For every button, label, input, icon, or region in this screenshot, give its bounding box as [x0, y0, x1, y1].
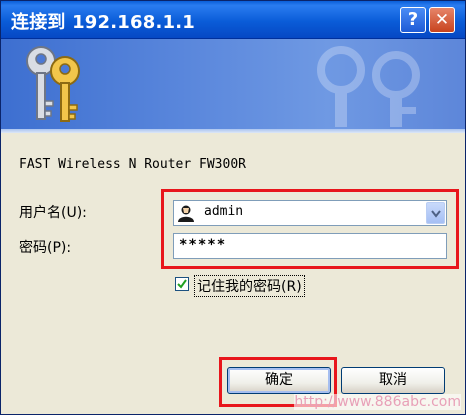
- remember-password-label[interactable]: 记住我的密码(R): [194, 275, 305, 297]
- window-title: 连接到 192.168.1.1: [11, 12, 195, 33]
- cancel-button[interactable]: 取消: [341, 367, 445, 394]
- banner-divider: [1, 129, 465, 133]
- keys-icon: [26, 46, 80, 122]
- title-bar[interactable]: 连接到 192.168.1.1 ? ✕: [1, 1, 465, 39]
- help-button[interactable]: ?: [400, 7, 426, 33]
- credentials-highlight: [161, 189, 459, 269]
- banner-watermark-keys-icon: [317, 46, 420, 127]
- check-icon: [177, 279, 187, 289]
- username-label: 用户名(U):: [19, 205, 87, 221]
- close-button[interactable]: ✕: [429, 7, 455, 33]
- login-dialog: 连接到 192.168.1.1 ? ✕ FAST Wireless N Rout…: [0, 0, 466, 415]
- remember-password-checkbox[interactable]: [175, 277, 189, 291]
- router-name: FAST Wireless N Router FW300R: [19, 157, 246, 172]
- banner: [1, 39, 465, 129]
- password-label: 密码(P):: [19, 240, 72, 256]
- watermark-url: http://www.886abc.com: [294, 394, 461, 410]
